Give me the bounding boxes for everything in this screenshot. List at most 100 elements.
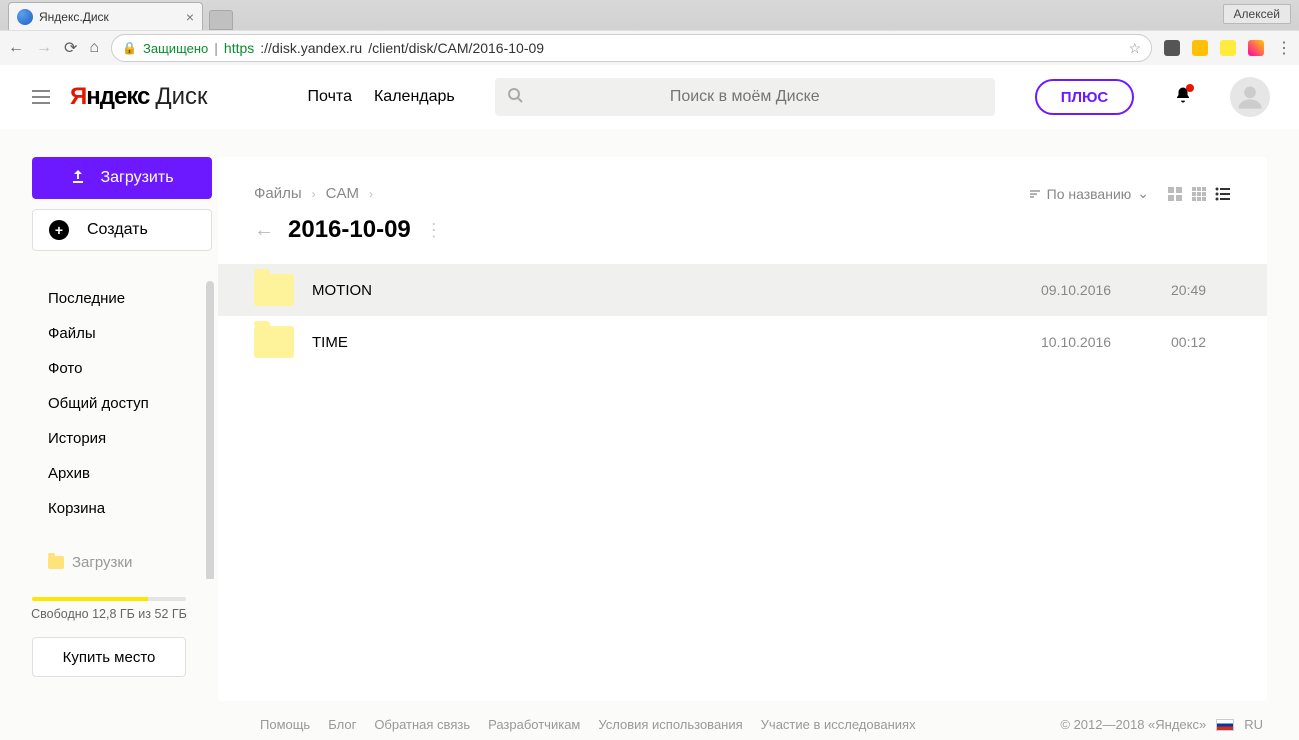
storage-bar xyxy=(32,597,186,601)
search-box[interactable] xyxy=(495,78,995,116)
url-path: /client/disk/CAM/2016-10-09 xyxy=(368,40,544,56)
browser-tab[interactable]: Яндекс.Диск × xyxy=(8,2,203,30)
footer-link[interactable]: Блог xyxy=(328,717,356,732)
url-host: ://disk.yandex.ru xyxy=(260,40,362,56)
tab-close-icon[interactable]: × xyxy=(186,9,194,25)
breadcrumb-item[interactable]: Файлы xyxy=(254,185,302,202)
favicon xyxy=(17,9,33,25)
notification-dot xyxy=(1186,84,1194,92)
footer: Помощь Блог Обратная связь Разработчикам… xyxy=(0,701,1299,740)
new-tab-button[interactable] xyxy=(209,10,233,30)
file-row[interactable]: MOTION 09.10.2016 20:49 xyxy=(218,264,1267,316)
view-large-tiles-icon[interactable] xyxy=(1167,186,1183,202)
content-row: Загрузить + Создать Последние Файлы Фото… xyxy=(0,129,1299,701)
sidebar-folder-label: Загрузки xyxy=(72,554,132,571)
logo[interactable]: ЯндексДиск xyxy=(70,83,208,111)
sidebar-item-archive[interactable]: Архив xyxy=(48,456,198,491)
sidebar-folder-downloads[interactable]: Загрузки xyxy=(0,546,218,579)
chrome-menu-icon[interactable]: ⋮ xyxy=(1276,38,1291,58)
logo-ndex: ндекс xyxy=(86,83,149,111)
folder-icon xyxy=(254,326,294,358)
profile-chip[interactable]: Алексей xyxy=(1223,4,1291,24)
search-input[interactable] xyxy=(509,88,981,106)
tab-title: Яндекс.Диск xyxy=(39,10,109,24)
sidebar-item-photo[interactable]: Фото xyxy=(48,351,198,386)
sort-dropdown[interactable]: По названию ⌄ xyxy=(1029,185,1149,202)
app: ЯндексДиск Почта Календарь ПЛЮС Загрузит… xyxy=(0,65,1299,740)
nav-mail[interactable]: Почта xyxy=(308,88,352,106)
sort-view-controls: По названию ⌄ xyxy=(1029,185,1231,202)
footer-link[interactable]: Помощь xyxy=(260,717,310,732)
extension-icon[interactable] xyxy=(1220,40,1236,56)
nav-calendar[interactable]: Календарь xyxy=(374,88,455,106)
back-icon[interactable]: ← xyxy=(8,39,24,57)
sidebar-item-files[interactable]: Файлы xyxy=(48,316,198,351)
flag-ru-icon xyxy=(1216,719,1234,731)
storage-fill xyxy=(32,597,148,601)
address-bar-row: ← → ⟳ ⌂ 🔒 Защищено | https://disk.yandex… xyxy=(0,30,1299,65)
chevron-right-icon: › xyxy=(369,187,373,201)
copyright: © 2012—2018 «Яндекс» xyxy=(1060,717,1206,732)
sidebar-nav: Последние Файлы Фото Общий доступ Истори… xyxy=(0,281,218,526)
sort-label: По названию xyxy=(1047,186,1132,202)
extension-icon[interactable] xyxy=(1192,40,1208,56)
plus-icon: + xyxy=(49,220,69,240)
plus-button[interactable]: ПЛЮС xyxy=(1035,79,1134,115)
upload-button[interactable]: Загрузить xyxy=(32,157,212,199)
url-separator: | xyxy=(214,40,218,56)
extension-icon[interactable] xyxy=(1164,40,1180,56)
folder-icon xyxy=(254,274,294,306)
buy-space-button[interactable]: Купить место xyxy=(32,637,186,677)
more-icon[interactable]: ⋮ xyxy=(425,220,443,241)
menu-icon[interactable] xyxy=(32,90,50,104)
view-list-icon[interactable] xyxy=(1215,186,1231,202)
file-date: 09.10.2016 xyxy=(1041,282,1171,298)
file-name: TIME xyxy=(312,334,1041,351)
file-time: 00:12 xyxy=(1171,334,1231,350)
sidebar-item-history[interactable]: История xyxy=(48,421,198,456)
breadcrumb: Файлы › CAM › По названию ⌄ xyxy=(218,185,1267,202)
lock-icon: 🔒 xyxy=(122,41,137,55)
forward-icon: → xyxy=(36,39,52,57)
file-list: MOTION 09.10.2016 20:49 TIME 10.10.2016 … xyxy=(218,264,1267,368)
app-header: ЯндексДиск Почта Календарь ПЛЮС xyxy=(0,65,1299,129)
bookmark-star-icon[interactable]: ☆ xyxy=(1128,40,1141,57)
footer-link[interactable]: Разработчикам xyxy=(488,717,580,732)
file-row[interactable]: TIME 10.10.2016 00:12 xyxy=(218,316,1267,368)
main-panel: Файлы › CAM › По названию ⌄ xyxy=(218,157,1267,701)
sidebar-item-trash[interactable]: Корзина xyxy=(48,491,198,526)
header-nav: Почта Календарь xyxy=(308,88,455,106)
notifications-icon[interactable] xyxy=(1174,86,1192,109)
storage-text: Свободно 12,8 ГБ из 52 ГБ xyxy=(0,607,218,621)
file-name: MOTION xyxy=(312,282,1041,299)
address-bar[interactable]: 🔒 Защищено | https://disk.yandex.ru/clie… xyxy=(111,34,1152,62)
file-time: 20:49 xyxy=(1171,282,1231,298)
home-icon[interactable]: ⌂ xyxy=(89,39,99,57)
sidebar-item-recent[interactable]: Последние xyxy=(48,281,198,316)
search-icon xyxy=(507,87,523,108)
logo-ya: Я xyxy=(70,83,86,111)
upload-icon xyxy=(70,168,86,189)
view-small-tiles-icon[interactable] xyxy=(1191,186,1207,202)
footer-link[interactable]: Обратная связь xyxy=(374,717,470,732)
sidebar-item-shared[interactable]: Общий доступ xyxy=(48,386,198,421)
logo-disk: Диск xyxy=(155,83,207,111)
create-button[interactable]: + Создать xyxy=(32,209,212,251)
footer-link[interactable]: Участие в исследованиях xyxy=(761,717,916,732)
sidebar: Загрузить + Создать Последние Файлы Фото… xyxy=(0,129,218,701)
upload-label: Загрузить xyxy=(100,169,173,187)
chevron-right-icon: › xyxy=(312,187,316,201)
folder-title: 2016-10-09 xyxy=(288,216,411,244)
url-scheme: https xyxy=(224,40,254,56)
avatar[interactable] xyxy=(1230,77,1270,117)
back-arrow-icon[interactable]: ← xyxy=(254,219,274,242)
footer-link[interactable]: Условия использования xyxy=(598,717,742,732)
view-icons xyxy=(1167,186,1231,202)
title-row: ← 2016-10-09 ⋮ xyxy=(218,202,1267,264)
file-date: 10.10.2016 xyxy=(1041,334,1171,350)
extension-icon[interactable] xyxy=(1248,40,1264,56)
reload-icon[interactable]: ⟳ xyxy=(64,38,77,58)
sort-icon xyxy=(1029,189,1041,199)
breadcrumb-item[interactable]: CAM xyxy=(326,185,359,202)
lang-label[interactable]: RU xyxy=(1244,717,1263,732)
